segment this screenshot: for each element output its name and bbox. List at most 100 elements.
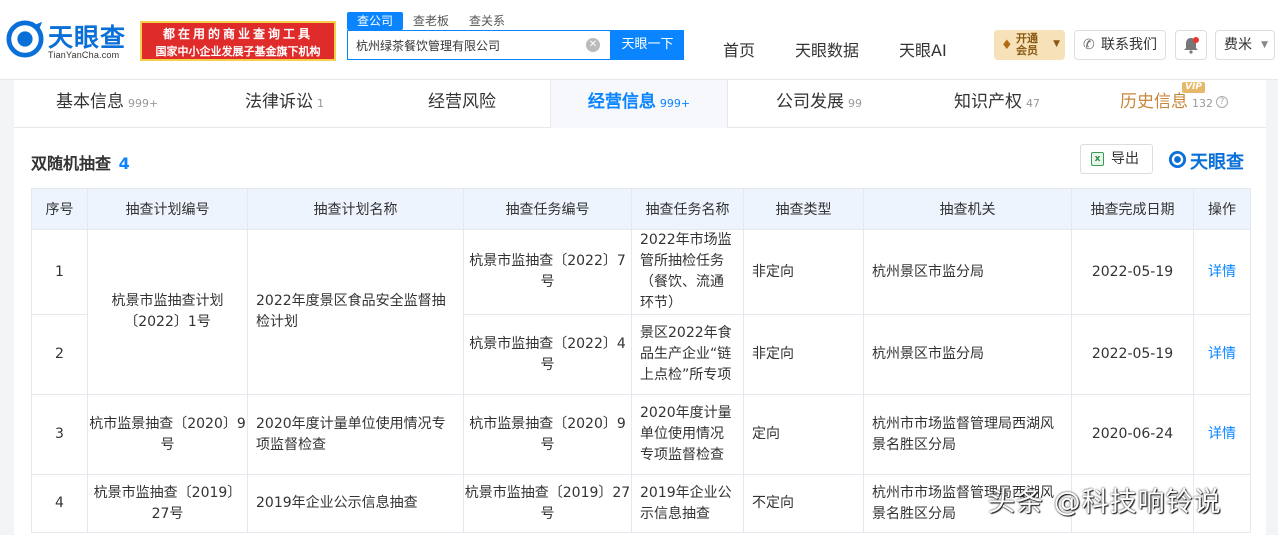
inspection-authority: 杭州市市场监督管理局西湖风景名胜区分局 [863,394,1072,475]
table-row: 3 杭市监景抽查〔2020〕9号 2020年度计量单位使用情况专项监督检查 杭市… [31,394,1251,475]
header-cell: 抽查任务编号 [463,188,632,230]
tab-risk[interactable]: 经营风险 [428,80,496,128]
tab-label: 经营风险 [428,92,496,112]
help-icon[interactable]: ? [1216,96,1228,108]
tab-count: 99 [848,97,862,110]
export-label: 导出 [1111,151,1139,167]
tab-search-boss[interactable]: 查老板 [403,12,459,30]
search-input[interactable] [348,31,578,59]
brand-watermark-text: 天眼查 [1190,152,1244,173]
plan-number: 杭景市监抽查计划〔2022〕1号 [87,229,248,395]
tab-count: 47 [1026,97,1040,110]
action-cell: 详情 [1193,394,1251,475]
tab-label: 历史信息 [1120,92,1188,112]
plan-number: 杭市监景抽查〔2020〕9号 [87,394,248,475]
search-button[interactable]: 天眼一下 [611,30,684,60]
table-row: 1 杭景市监抽查计划〔2022〕1号 2022年度景区食品安全监督抽检计划 杭景… [31,229,1251,395]
detail-link[interactable]: 详情 [1208,264,1236,280]
inspection-type: 定向 [743,394,864,475]
inspection-type: 非定向 [743,229,864,315]
task-name: 2022年市场监管所抽检任务（餐饮、流通环节） [631,229,744,315]
task-name: 景区2022年食品生产企业“链上点检”所专项 [631,314,744,395]
task-number: 杭市监景抽查〔2020〕9号 [463,394,632,475]
tab-search-company[interactable]: 查公司 [347,12,404,30]
task-number: 杭景市监抽查〔2019〕27号 [463,474,632,533]
completion-date: 2022-05-19 [1071,229,1194,315]
tab-label: 法律诉讼 [245,92,313,112]
tab-label: 知识产权 [954,92,1022,112]
tab-business-info[interactable]: 经营信息 999+ [550,80,728,128]
phone-icon: ✆ [1083,37,1095,53]
search-type-tabs: 查公司 查老板 查关系 [347,12,515,30]
chevron-down-icon: ▼ [1261,40,1268,50]
random-inspection-panel: 双随机抽查 4 x 导出 天眼查 序号 抽查计划编号 抽查计划名称 抽查任务编号… [14,128,1266,535]
top-header: 天眼查 TianYanCha.com 都在用的商业查询工具 国家中小企业发展子基… [0,0,1278,80]
tab-development[interactable]: 公司发展 99 [776,80,862,128]
user-menu-button[interactable]: 费米 ▼ [1215,30,1275,60]
nav-home[interactable]: 首页 [723,37,755,61]
search-box: ✕ [347,30,611,60]
header-cell: 抽查计划名称 [247,188,464,230]
detail-link[interactable]: 详情 [1208,346,1236,362]
inspection-authority: 杭州景区市监分局 [863,229,1072,315]
tab-legal[interactable]: 法律诉讼 1 [245,80,324,128]
tab-count: 999+ [128,97,159,110]
tab-search-relation[interactable]: 查关系 [459,12,515,30]
promo-line1: 都在用的商业查询工具 [162,27,313,41]
header-cell: 抽查任务名称 [631,188,744,230]
plan-name: 2022年度景区食品安全监督抽检计划 [247,229,464,395]
logo[interactable]: 天眼查 TianYanCha.com [6,18,134,64]
bell-icon [1184,38,1198,54]
plan-name: 2020年度计量单位使用情况专项监督检查 [247,394,464,475]
vip-label-line2: 会员 [1016,44,1038,57]
row-number: 1 [31,229,88,315]
tianyancha-logo-icon [6,20,44,58]
header-cell: 操作 [1193,188,1251,230]
completion-date: 2022-05-19 [1071,314,1194,395]
row-number: 3 [31,394,88,475]
excel-icon: x [1091,152,1104,166]
export-button[interactable]: x 导出 [1080,144,1153,174]
main-tabs: 基本信息 999+ 法律诉讼 1 经营风险 经营信息 999+ 公司发展 99 知识产权… [14,80,1266,128]
logo-text: 天眼查 [48,23,127,52]
brand-watermark: 天眼查 [1168,148,1244,173]
header-cell: 抽查机关 [863,188,1072,230]
tab-label: 经营信息 [587,92,656,112]
inspection-type: 不定向 [743,474,864,533]
notification-dot [1193,37,1199,43]
tab-count: 999+ [659,97,691,110]
section-title: 双随机抽查 4 [31,150,130,174]
tab-label: 基本信息 [56,92,124,112]
nav-data[interactable]: 天眼数据 [795,37,859,61]
vip-gem-icon: ♦ [1001,38,1013,53]
section-title-text: 双随机抽查 [31,154,112,173]
task-number: 杭景市监抽查〔2022〕7号 [463,229,632,315]
tab-history[interactable]: VIP 历史信息 132? [1120,80,1228,128]
action-cell: 详情 [1193,314,1251,395]
promo-line2: 国家中小企业发展子基金旗下机构 [155,45,321,58]
header-cell: 序号 [31,188,88,230]
promo-banner: 都在用的商业查询工具 国家中小企业发展子基金旗下机构 [140,21,336,61]
plan-number: 杭景市监抽查〔2019〕27号 [87,474,248,533]
nav-ai[interactable]: 天眼AI [899,37,947,61]
tab-basic-info[interactable]: 基本信息 999+ [56,80,158,128]
detail-link[interactable]: 详情 [1208,426,1236,442]
plan-name: 2019年企业公示信息抽查 [247,474,464,533]
tab-ip[interactable]: 知识产权 47 [954,80,1040,128]
header-cell: 抽查完成日期 [1071,188,1194,230]
tab-label: 公司发展 [776,92,844,112]
notification-button[interactable] [1175,30,1207,60]
table-header-row: 序号 抽查计划编号 抽查计划名称 抽查任务编号 抽查任务名称 抽查类型 抽查机关… [31,188,1251,230]
clear-icon[interactable]: ✕ [586,38,600,52]
completion-date: 2020-06-24 [1071,394,1194,475]
toutiao-watermark: 头条 @科技响铃说 [988,487,1222,518]
contact-us-button[interactable]: ✆ 联系我们 [1074,30,1166,60]
tab-count: 132 [1192,97,1213,110]
open-vip-button[interactable]: ♦ 开通 会员 ▼ [994,30,1065,60]
chevron-down-icon: ▼ [1053,39,1060,49]
header-cell: 抽查计划编号 [87,188,248,230]
inspection-type: 非定向 [743,314,864,395]
logo-domain: TianYanCha.com [48,50,120,60]
tianyancha-logo-icon [1168,150,1187,169]
inspection-authority: 杭州景区市监分局 [863,314,1072,395]
